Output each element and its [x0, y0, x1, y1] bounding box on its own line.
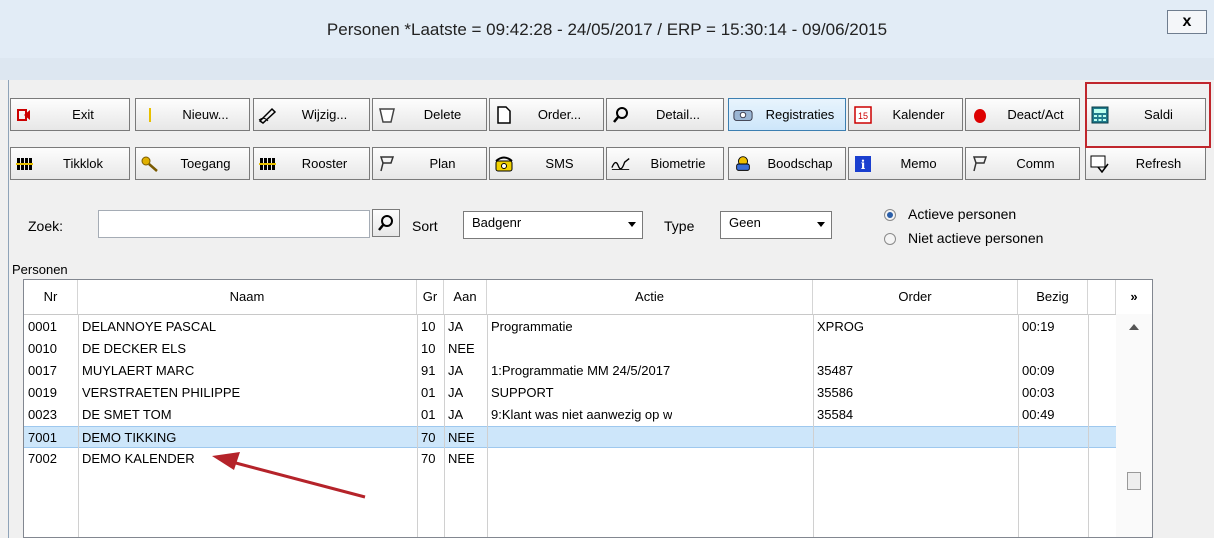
personen-window: Personen *Laatste = 09:42:28 - 24/05/201…: [0, 0, 1214, 538]
annotation-arrow: [212, 452, 366, 499]
